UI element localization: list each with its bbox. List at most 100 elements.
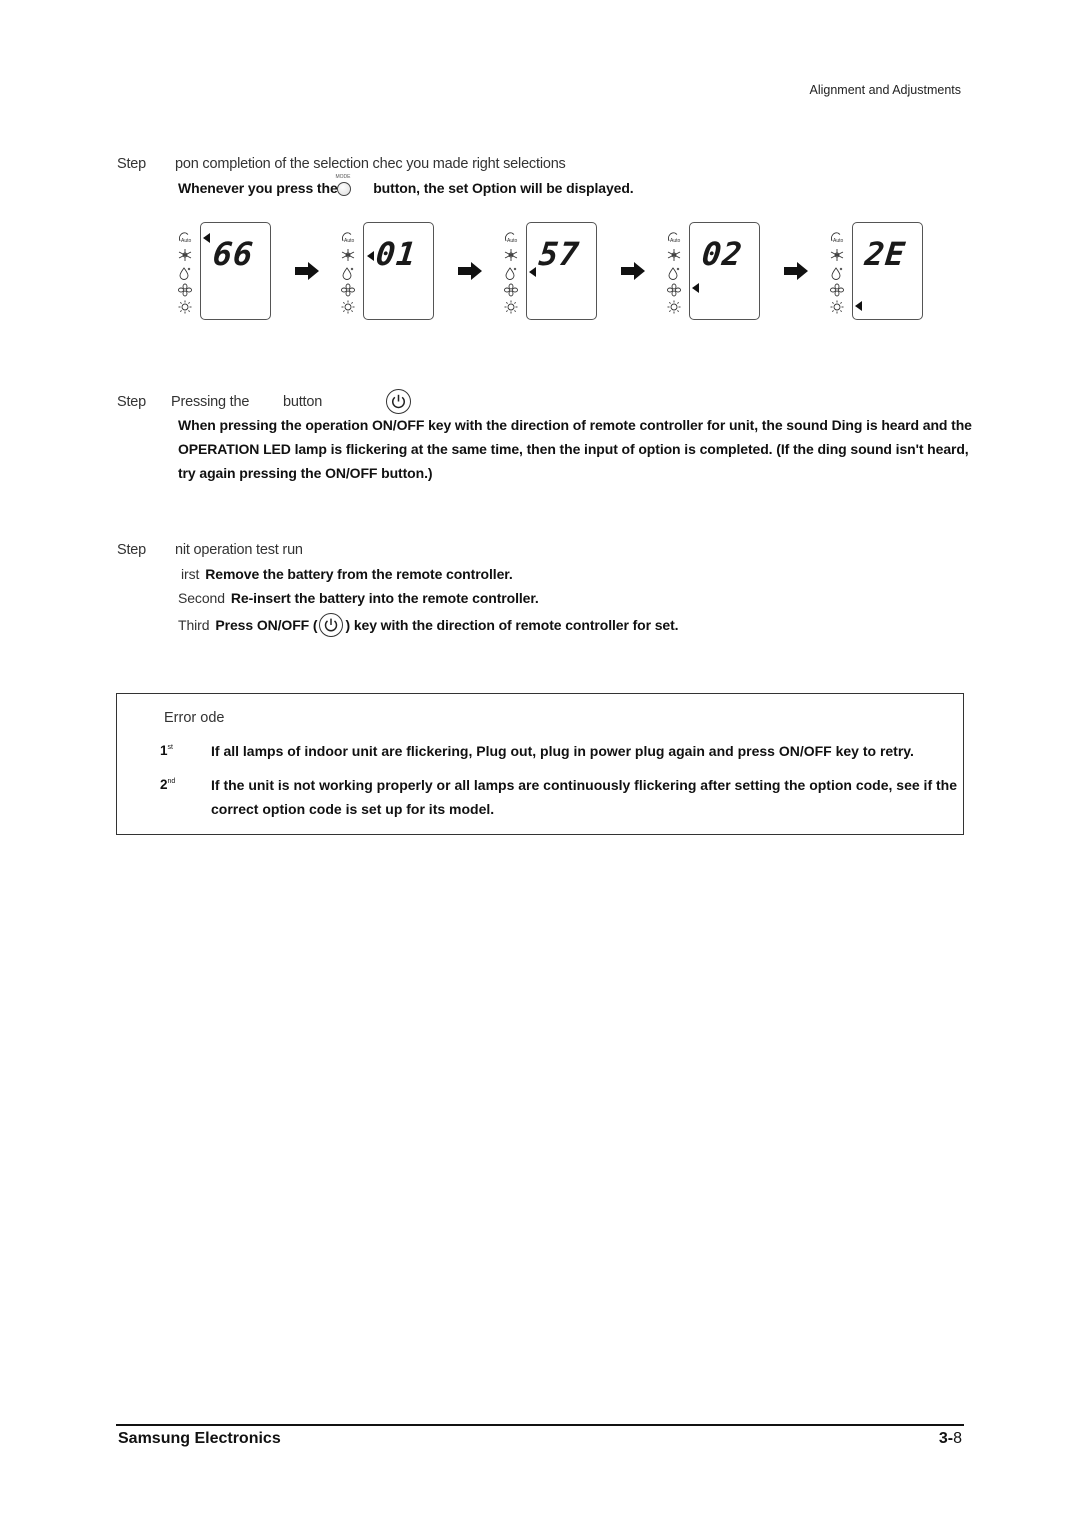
- heat-mode-icon: [340, 300, 356, 314]
- step-b-label: Step: [117, 394, 147, 410]
- cool-mode-icon: [340, 248, 356, 262]
- step-b-body-line-2: OPERATION LED lamp is flickering at the …: [178, 441, 969, 457]
- step-b-title-before: Pressing the: [171, 394, 250, 410]
- cool-mode-icon: [666, 248, 682, 262]
- lcd-display: 66: [200, 222, 271, 320]
- fan-mode-icon: [340, 283, 356, 297]
- footer-divider: [116, 1424, 964, 1426]
- lcd-display: 2E: [852, 222, 923, 320]
- option-display-unit: Auto 57: [501, 222, 601, 322]
- step-b-title-after: button: [283, 394, 323, 410]
- error-item-2-line-2: correct option code is set up for its mo…: [211, 801, 495, 817]
- step-a-instruction-after: button, the set Option will be displayed…: [373, 180, 634, 196]
- auto-mode-icon: Auto: [177, 230, 193, 244]
- dry-mode-icon: [340, 266, 356, 280]
- svg-text:Auto: Auto: [507, 238, 518, 244]
- mode-pointer-indicator: [692, 283, 699, 293]
- mode-icons-column: Auto: [501, 228, 521, 318]
- arrow-right-icon: [458, 262, 482, 280]
- dry-mode-icon: [177, 266, 193, 280]
- step-c-text-first: Remove the battery from the remote contr…: [205, 566, 513, 582]
- auto-mode-icon: Auto: [340, 230, 356, 244]
- mode-icons-column: Auto: [338, 228, 358, 318]
- footer-page-number: 3-8: [938, 1430, 962, 1447]
- arrow-right-icon: [621, 262, 645, 280]
- option-display-unit: Auto 02: [664, 222, 764, 322]
- error-code-box: Error ode 1st If all lamps of indoor uni…: [116, 693, 964, 835]
- power-button-icon: [386, 389, 411, 414]
- lcd-display: 02: [689, 222, 760, 320]
- step-c-text-third-before: Press ON/OFF (: [215, 617, 318, 633]
- lcd-display: 01: [363, 222, 434, 320]
- svg-text:Auto: Auto: [344, 238, 355, 244]
- arrow-right-icon: [784, 262, 808, 280]
- dry-mode-icon: [829, 266, 845, 280]
- option-code-digits: 2E: [863, 235, 908, 273]
- step-c-text-second: Re-insert the battery into the remote co…: [230, 590, 539, 606]
- step-c-item-third: Third Press ON/OFF ( ) key with the direct…: [178, 613, 679, 637]
- mode-icons-column: Auto: [175, 228, 195, 318]
- step-c-ordinal-third: Third: [178, 617, 210, 633]
- option-display-sequence: Auto 66 Auto 01 Auto 57 Auto 02 Auto 2E: [175, 222, 935, 322]
- option-code-digits: 57: [537, 235, 582, 273]
- mode-pointer-indicator: [855, 301, 862, 311]
- step-a-instruction-before: Whenever you press the: [178, 180, 338, 196]
- heat-mode-icon: [829, 300, 845, 314]
- svg-text:Auto: Auto: [670, 238, 681, 244]
- error-item-1-line-1: If all lamps of indoor unit are flickeri…: [211, 743, 914, 759]
- section-header-title: Alignment and Adjustments: [809, 83, 961, 97]
- step-c-ordinal-second: Second: [178, 590, 225, 606]
- step-c-text-third-after: ) key with the direction of remote contr…: [345, 617, 679, 633]
- step-a-label: Step: [117, 156, 147, 172]
- heat-mode-icon: [503, 300, 519, 314]
- auto-mode-icon: Auto: [503, 230, 519, 244]
- step-a-instruction: Whenever you press the MODE button, the …: [178, 174, 634, 196]
- dry-mode-icon: [503, 266, 519, 280]
- error-item-2-number: 2nd: [160, 777, 176, 792]
- heat-mode-icon: [177, 300, 193, 314]
- option-display-unit: Auto 66: [175, 222, 275, 322]
- lcd-display: 57: [526, 222, 597, 320]
- footer-company: Samsung Electronics: [118, 1430, 281, 1447]
- mode-pointer-indicator: [203, 233, 210, 243]
- mode-pointer-indicator: [367, 251, 374, 261]
- step-c-item-second: Second Re-insert the battery into the rem…: [178, 590, 539, 606]
- mode-button-icon: MODE: [335, 174, 352, 196]
- error-item-1-number: 1st: [160, 743, 173, 758]
- fan-mode-icon: [503, 283, 519, 297]
- svg-text:Auto: Auto: [833, 238, 844, 244]
- step-c-title: nit operation test run: [175, 542, 303, 558]
- step-b-body-line-3: try again pressing the ON/OFF button.): [178, 465, 433, 481]
- step-c-ordinal-first: irst: [181, 566, 200, 582]
- cool-mode-icon: [829, 248, 845, 262]
- step-b-body-line-1: When pressing the operation ON/OFF key w…: [178, 417, 972, 433]
- svg-text:Auto: Auto: [181, 238, 192, 244]
- power-button-icon: [319, 613, 344, 637]
- step-c-label: Step: [117, 542, 147, 558]
- heat-mode-icon: [666, 300, 682, 314]
- error-code-title: Error ode: [164, 710, 225, 726]
- auto-mode-icon: Auto: [829, 230, 845, 244]
- fan-mode-icon: [829, 283, 845, 297]
- error-item-2-text: If the unit is not working properly or a…: [211, 773, 957, 821]
- error-item-2-line-1: If the unit is not working properly or a…: [211, 777, 957, 793]
- step-c-item-first: irst Remove the battery from the remote c…: [181, 566, 513, 582]
- mode-button-label: MODE: [335, 174, 351, 180]
- option-display-unit: Auto 01: [338, 222, 438, 322]
- mode-icons-column: Auto: [664, 228, 684, 318]
- auto-mode-icon: Auto: [666, 230, 682, 244]
- fan-mode-icon: [177, 283, 193, 297]
- cool-mode-icon: [177, 248, 193, 262]
- arrow-right-icon: [295, 262, 319, 280]
- fan-mode-icon: [666, 283, 682, 297]
- option-display-unit: Auto 2E: [827, 222, 927, 322]
- mode-icons-column: Auto: [827, 228, 847, 318]
- step-a-title: pon completion of the selection chec you…: [175, 156, 566, 172]
- option-code-digits: 01: [374, 235, 419, 273]
- cool-mode-icon: [503, 248, 519, 262]
- dry-mode-icon: [666, 266, 682, 280]
- mode-pointer-indicator: [529, 267, 536, 277]
- error-item-1-text: If all lamps of indoor unit are flickeri…: [211, 739, 914, 763]
- option-code-digits: 02: [700, 235, 745, 273]
- option-code-digits: 66: [211, 235, 256, 273]
